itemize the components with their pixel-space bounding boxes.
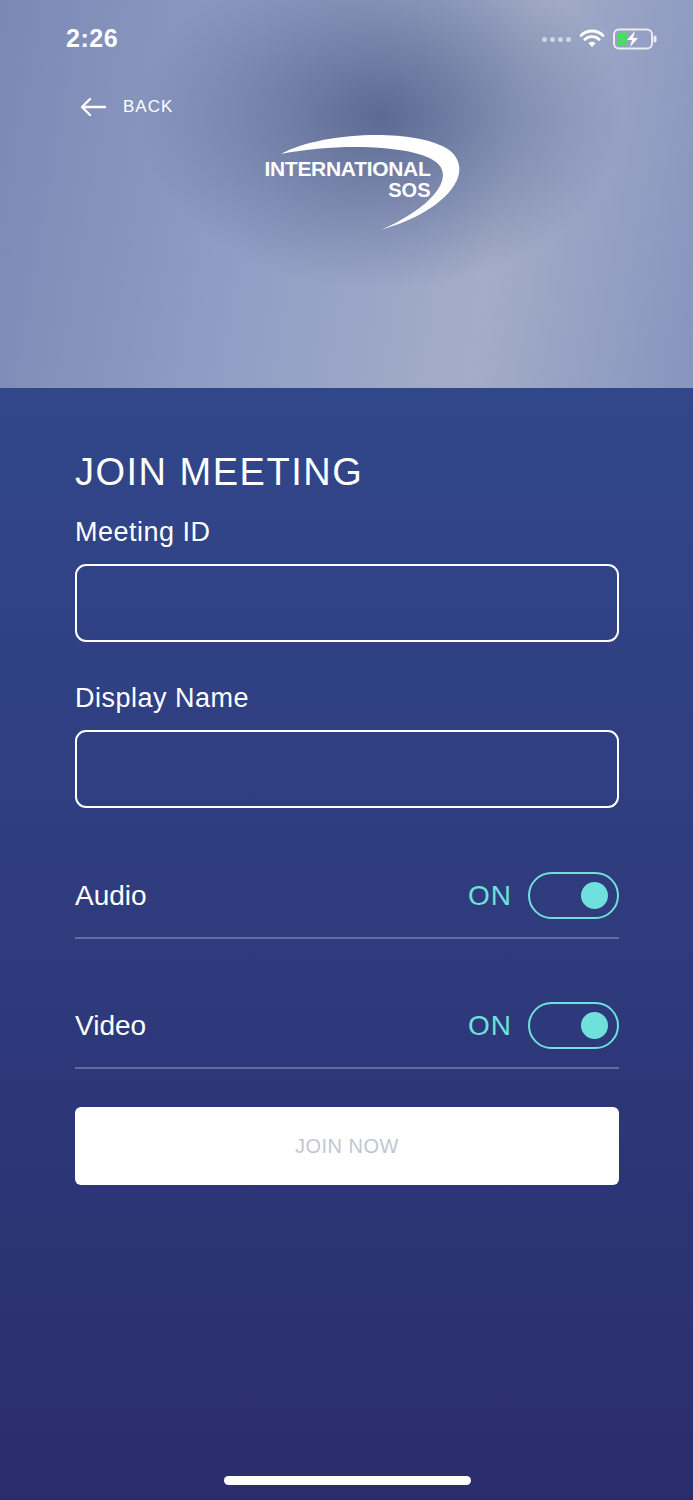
battery-icon [613, 28, 657, 50]
clock: 2:26 [66, 20, 118, 58]
logo-line: SOS [241, 180, 431, 201]
signal-dot [550, 37, 555, 42]
signal-dot [566, 37, 571, 42]
back-label[interactable]: BACK [123, 94, 173, 120]
status-bar: 2:26 [66, 18, 657, 60]
join-now-button[interactable]: JOIN NOW [75, 1107, 619, 1185]
toggle-control: ON [468, 1002, 619, 1049]
toggle-switch[interactable] [528, 1002, 619, 1049]
meeting-id-input[interactable] [75, 564, 619, 642]
logo-swoosh-icon [241, 128, 471, 238]
logo-line: INTERNATIONAL [241, 158, 431, 180]
signal-icon [542, 37, 571, 42]
form-field: Meeting ID [75, 516, 619, 642]
display-name-input[interactable] [75, 730, 619, 808]
back-button[interactable]: BACK [79, 90, 657, 124]
field-label: Meeting ID [75, 516, 619, 548]
signal-dot [558, 37, 563, 42]
home-indicator [224, 1476, 471, 1485]
form-title: JOIN MEETING [75, 450, 619, 496]
toggle-row: Audio ON [75, 854, 619, 939]
wifi-icon [579, 29, 605, 49]
toggle-label: Video [75, 1005, 146, 1047]
join-meeting-screen: 2:26 BACK INTERNATIONALSOS JOIN MEETING Meet… [0, 0, 693, 1500]
back-arrow-icon [79, 97, 107, 117]
header-photo: 2:26 BACK INTERNATIONALSOS [0, 0, 693, 388]
toggle-row: Video ON [75, 984, 619, 1069]
home-indicator-area [75, 1476, 619, 1500]
logo: INTERNATIONALSOS [241, 128, 471, 238]
toggle-knob [581, 882, 608, 909]
toggle-state-text: ON [468, 875, 512, 917]
toggle-state-text: ON [468, 1005, 512, 1047]
toggle-label: Audio [75, 875, 147, 917]
field-label: Display Name [75, 682, 619, 714]
toggle-switch[interactable] [528, 872, 619, 919]
form-field: Display Name [75, 682, 619, 808]
join-form: JOIN MEETING Meeting ID Display Name Audio O… [0, 388, 693, 1500]
status-icons [542, 28, 657, 50]
toggle-control: ON [468, 872, 619, 919]
logo-text: INTERNATIONALSOS [241, 158, 431, 201]
signal-dot [542, 37, 547, 42]
toggle-knob [581, 1012, 608, 1039]
